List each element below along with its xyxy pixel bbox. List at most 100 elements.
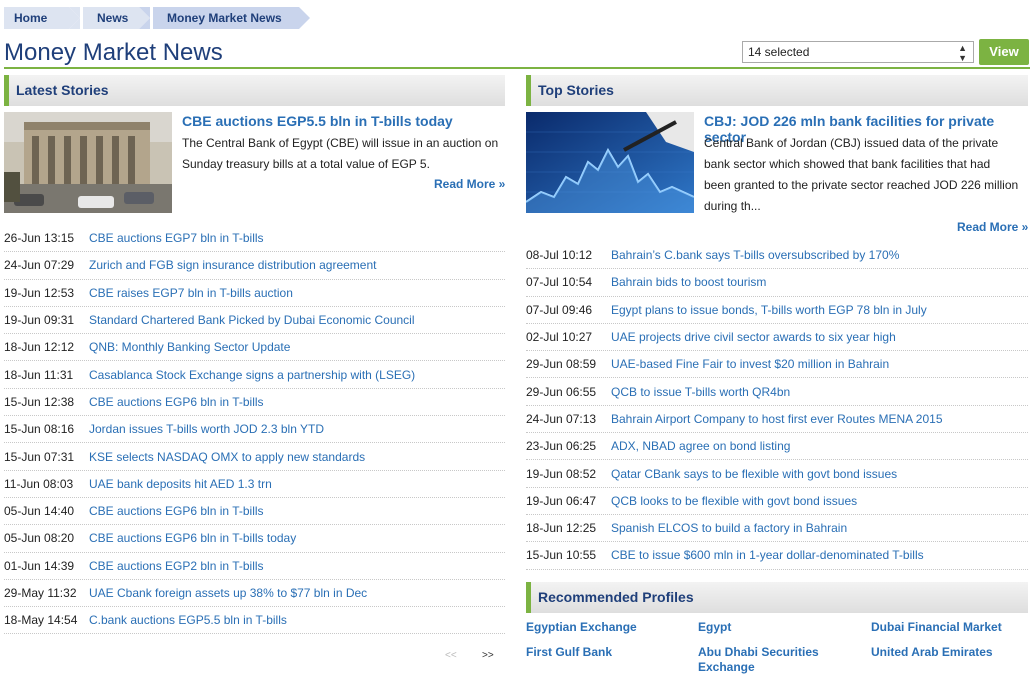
news-link[interactable]: CBE auctions EGP6 bln in T-bills: [89, 395, 264, 409]
list-item: 18-Jun 11:31 Casablanca Stock Exchange si…: [4, 361, 505, 389]
news-link[interactable]: Bahrain’s C.bank says T-bills oversubscr…: [611, 248, 899, 262]
profile-link[interactable]: Egypt: [698, 620, 731, 635]
news-link[interactable]: UAE bank deposits hit AED 1.3 trn: [89, 477, 272, 491]
news-date: 26-Jun 13:15: [4, 231, 75, 246]
breadcrumb-home[interactable]: Home: [4, 7, 80, 29]
list-item: 29-May 11:32 UAE Cbank foreign assets up …: [4, 580, 505, 608]
list-item: 01-Jun 14:39 CBE auctions EGP2 bln in T-b…: [4, 553, 505, 580]
latest-featured-summary: The Central Bank of Egypt (CBE) will iss…: [182, 133, 512, 175]
news-link[interactable]: Bahrain Airport Company to host first ev…: [611, 412, 943, 426]
latest-stories-header: Latest Stories: [4, 75, 505, 106]
list-item: 15-Jun 10:55 CBE to issue $600 mln in 1-y…: [526, 542, 1028, 570]
news-link[interactable]: Standard Chartered Bank Picked by Dubai …: [89, 313, 415, 327]
profile-link[interactable]: Abu Dhabi Securities Exchange: [698, 645, 838, 675]
news-link[interactable]: Qatar CBank says to be flexible with gov…: [611, 467, 897, 481]
list-item: 24-Jun 07:13 Bahrain Airport Company to h…: [526, 406, 1028, 434]
news-date: 05-Jun 14:40: [4, 504, 75, 519]
news-link[interactable]: QCB to issue T-bills worth QR4bn: [611, 385, 790, 399]
news-link[interactable]: Bahrain bids to boost tourism: [611, 275, 766, 289]
news-link[interactable]: QCB looks to be flexible with govt bond …: [611, 494, 857, 508]
news-date: 15-Jun 07:31: [4, 449, 75, 464]
top-read-more-link[interactable]: Read More »: [957, 220, 1028, 234]
news-link[interactable]: CBE auctions EGP6 bln in T-bills today: [89, 531, 296, 545]
news-date: 19-Jun 09:31: [4, 313, 75, 328]
list-item: 18-Jun 12:12 QNB: Monthly Banking Sector …: [4, 334, 505, 362]
list-item: 29-Jun 08:59 UAE-based Fine Fair to inves…: [526, 351, 1028, 379]
news-date: 15-Jun 08:16: [4, 422, 75, 437]
news-link[interactable]: C.bank auctions EGP5.5 bln in T-bills: [89, 613, 287, 627]
latest-stories-list: 26-Jun 13:15 CBE auctions EGP7 bln in T-b…: [4, 225, 505, 635]
profile-link[interactable]: First Gulf Bank: [526, 645, 612, 660]
breadcrumb-current[interactable]: Money Market News: [139, 7, 310, 29]
list-item: 08-Jul 10:12 Bahrain’s C.bank says T-bill…: [526, 242, 1028, 270]
news-link[interactable]: KSE selects NASDAQ OMX to apply new stan…: [89, 450, 365, 464]
top-stories-header: Top Stories: [526, 75, 1028, 106]
news-link[interactable]: Spanish ELCOS to build a factory in Bahr…: [611, 521, 847, 535]
news-date: 18-May 14:54: [4, 613, 78, 628]
list-item: 15-Jun 07:31 KSE selects NASDAQ OMX to ap…: [4, 443, 505, 471]
top-featured-line: been granted to the private sector reach…: [704, 178, 1019, 192]
latest-featured-title[interactable]: CBE auctions EGP5.5 bln in T-bills today: [182, 113, 453, 129]
news-link[interactable]: CBE auctions EGP2 bln in T-bills: [89, 559, 264, 573]
list-item: 05-Jun 08:20 CBE auctions EGP6 bln in T-b…: [4, 525, 505, 553]
latest-featured-line: Sunday treasury bills at a total value o…: [182, 157, 430, 171]
news-date: 29-Jun 08:59: [526, 357, 597, 372]
profile-link[interactable]: United Arab Emirates: [871, 645, 993, 660]
news-link[interactable]: CBE auctions EGP7 bln in T-bills: [89, 231, 264, 245]
news-link[interactable]: CBE auctions EGP6 bln in T-bills: [89, 504, 264, 518]
stock-chart-image[interactable]: [526, 112, 694, 213]
select-arrows-icon: ▲ ▼: [958, 43, 967, 63]
news-link[interactable]: Egypt plans to issue bonds, T-bills wort…: [611, 303, 927, 317]
list-item: 15-Jun 08:16 Jordan issues T-bills worth …: [4, 416, 505, 444]
news-date: 24-Jun 07:13: [526, 411, 597, 426]
list-item: 07-Jul 09:46 Egypt plans to issue bonds, …: [526, 297, 1028, 324]
pager-next-button[interactable]: >>: [482, 650, 494, 661]
breadcrumb: Home News Money Market News: [4, 7, 313, 29]
news-date: 19-Jun 08:52: [526, 466, 597, 481]
news-link[interactable]: UAE projects drive civil sector awards t…: [611, 330, 896, 344]
list-item: 19-Jun 08:52 Qatar CBank says to be flexi…: [526, 460, 1028, 488]
news-date: 19-Jun 12:53: [4, 285, 75, 300]
news-date: 29-May 11:32: [4, 586, 77, 600]
list-item: 02-Jul 10:27 UAE projects drive civil sec…: [526, 324, 1028, 352]
title-divider: [4, 67, 1030, 69]
news-date: 11-Jun 08:03: [4, 476, 74, 491]
news-link[interactable]: CBE to issue $600 mln in 1-year dollar-d…: [611, 548, 924, 562]
news-date: 24-Jun 07:29: [4, 258, 75, 273]
list-item: 19-Jun 09:31 Standard Chartered Bank Pick…: [4, 307, 505, 335]
news-date: 07-Jul 09:46: [526, 302, 593, 317]
breadcrumb-news[interactable]: News: [69, 7, 150, 29]
news-link[interactable]: UAE Cbank foreign assets up 38% to $77 b…: [89, 586, 367, 600]
news-link[interactable]: UAE-based Fine Fair to invest $20 millio…: [611, 357, 889, 371]
top-featured-line: Central Bank of Jordan (CBJ) issued data…: [704, 136, 999, 150]
list-item: 24-Jun 07:29 Zurich and FGB sign insuranc…: [4, 252, 505, 280]
list-item: 29-Jun 06:55 QCB to issue T-bills worth Q…: [526, 378, 1028, 406]
latest-read-more-link[interactable]: Read More »: [434, 177, 505, 191]
news-link[interactable]: Casablanca Stock Exchange signs a partne…: [89, 368, 415, 382]
list-item: 07-Jul 10:54 Bahrain bids to boost touris…: [526, 269, 1028, 297]
recommended-profiles-header: Recommended Profiles: [526, 582, 1028, 613]
news-link[interactable]: Zurich and FGB sign insurance distributi…: [89, 258, 376, 272]
news-link[interactable]: Jordan issues T-bills worth JOD 2.3 bln …: [89, 422, 324, 436]
top-featured-summary: Central Bank of Jordan (CBJ) issued data…: [704, 133, 1034, 217]
list-item: 05-Jun 14:40 CBE auctions EGP6 bln in T-b…: [4, 498, 505, 526]
news-date: 23-Jun 06:25: [526, 439, 597, 454]
news-link[interactable]: QNB: Monthly Banking Sector Update: [89, 340, 290, 354]
news-date: 08-Jul 10:12: [526, 248, 593, 263]
news-date: 19-Jun 06:47: [526, 493, 597, 508]
profile-link[interactable]: Dubai Financial Market: [871, 620, 1002, 635]
pager-prev-button[interactable]: <<: [445, 650, 457, 661]
news-link[interactable]: CBE raises EGP7 bln in T-bills auction: [89, 286, 293, 300]
category-select[interactable]: 14 selected ▲ ▼: [742, 41, 974, 63]
top-featured-line: bank sector which showed that bank facil…: [704, 157, 991, 171]
profile-link[interactable]: Egyptian Exchange: [526, 620, 637, 635]
news-date: 29-Jun 06:55: [526, 384, 597, 399]
news-date: 15-Jun 10:55: [526, 548, 597, 563]
page-title: Money Market News: [4, 39, 223, 66]
view-button[interactable]: View: [979, 39, 1029, 65]
cbe-building-image[interactable]: [4, 112, 172, 213]
news-date: 18-Jun 12:12: [4, 340, 75, 355]
news-link[interactable]: ADX, NBAD agree on bond listing: [611, 439, 790, 453]
list-item: 26-Jun 13:15 CBE auctions EGP7 bln in T-b…: [4, 225, 505, 253]
top-featured-line: during th...: [704, 199, 761, 213]
